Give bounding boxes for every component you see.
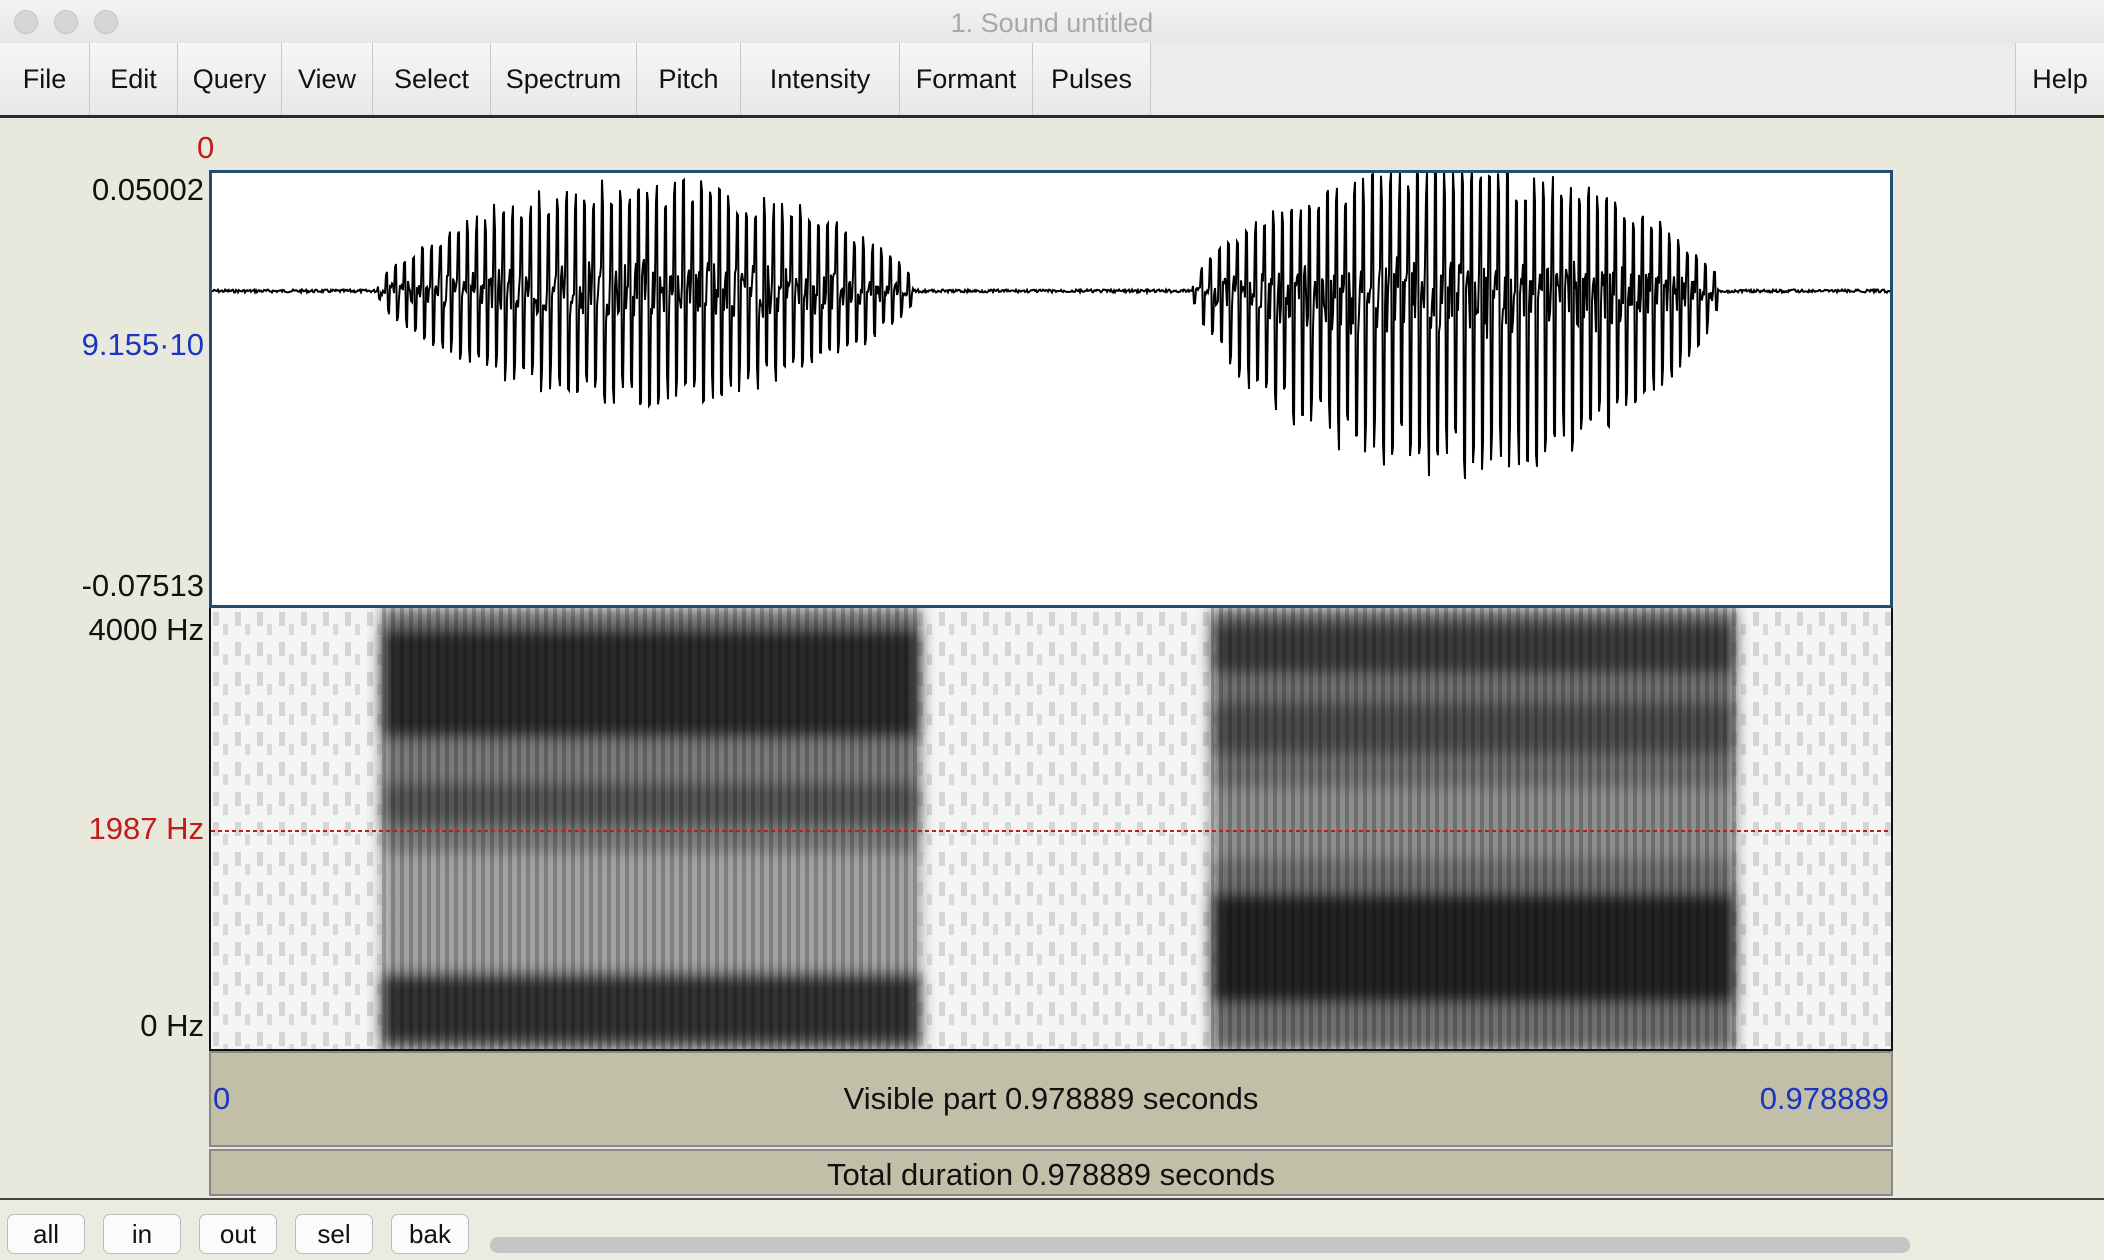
waveform-max-label: 0.05002 — [91, 172, 204, 207]
menu-view[interactable]: View — [282, 43, 373, 115]
visible-part-bar[interactable]: 0 Visible part 0.978889 seconds 0.978889 — [209, 1051, 1893, 1147]
waveform-panel[interactable] — [209, 170, 1893, 608]
spectrogram-plot — [211, 608, 1891, 1049]
zoom-out-button[interactable]: out — [199, 1214, 277, 1254]
scrollbar-thumb[interactable] — [490, 1237, 1910, 1253]
menu-query[interactable]: Query — [178, 43, 282, 115]
zoom-all-button[interactable]: all — [7, 1214, 85, 1254]
cursor-time-label: 0 — [197, 130, 215, 165]
zoom-back-button[interactable]: bak — [391, 1214, 469, 1254]
waveform-trace — [212, 173, 1890, 479]
menu-spectrum[interactable]: Spectrum — [491, 43, 637, 115]
window-title: 1. Sound untitled — [950, 8, 1154, 38]
waveform-plot — [212, 173, 1890, 479]
bottom-controls: all in out sel bak — [0, 1198, 2104, 1260]
zoom-selection-button[interactable]: sel — [295, 1214, 373, 1254]
waveform-mid-label: 9.155·10 — [81, 327, 204, 362]
menu-help[interactable]: Help — [2015, 43, 2104, 115]
horizontal-scrollbar[interactable] — [490, 1237, 2104, 1257]
spectrogram-cursor-label: 1987 Hz — [88, 811, 204, 846]
menu-formant[interactable]: Formant — [900, 43, 1033, 115]
total-duration-text: Total duration 0.978889 seconds — [826, 1157, 1276, 1192]
window-titlebar: 1. Sound untitled — [0, 0, 2104, 44]
menu-intensity[interactable]: Intensity — [741, 43, 900, 115]
visible-part-text: Visible part 0.978889 seconds — [843, 1081, 1259, 1116]
total-duration-bar[interactable]: Total duration 0.978889 seconds — [209, 1149, 1893, 1196]
menu-pulses[interactable]: Pulses — [1033, 43, 1151, 115]
menu-select[interactable]: Select — [373, 43, 491, 115]
time-end-label: 0.978889 — [1759, 1081, 1889, 1116]
zoom-in-button[interactable]: in — [103, 1214, 181, 1254]
menu-file[interactable]: File — [0, 43, 90, 115]
spectrogram-bottom-label: 0 Hz — [140, 1008, 204, 1043]
menu-bar: File Edit Query View Select Spectrum Pit… — [0, 43, 2104, 118]
waveform-min-label: -0.07513 — [81, 568, 204, 603]
menu-pitch[interactable]: Pitch — [637, 43, 741, 115]
spectrogram-panel[interactable] — [209, 608, 1893, 1051]
menu-edit[interactable]: Edit — [90, 43, 178, 115]
spectrogram-top-label: 4000 Hz — [88, 612, 204, 647]
